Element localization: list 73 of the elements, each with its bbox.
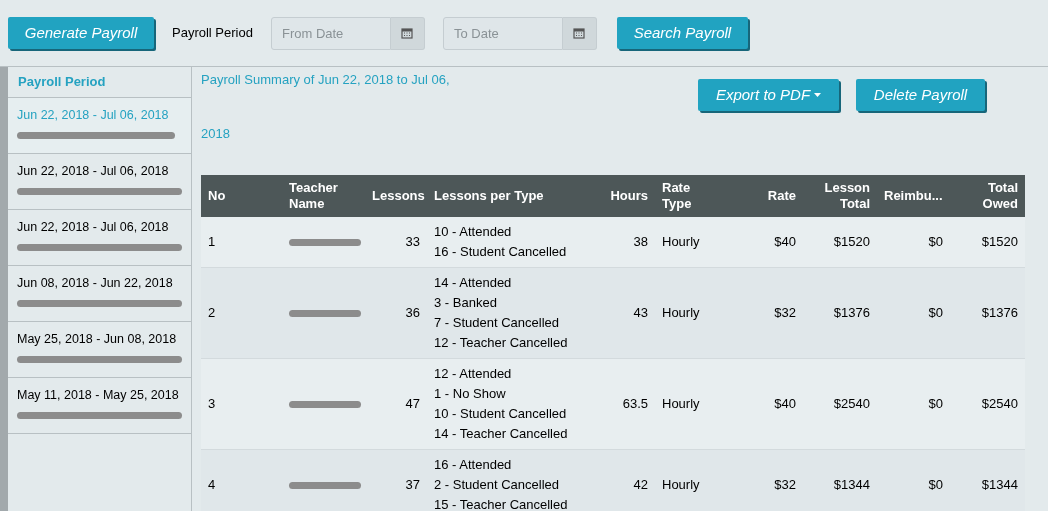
lesson-type: 15 - Teacher Cancelled bbox=[434, 496, 569, 511]
table-cell: 37 bbox=[405, 477, 420, 493]
lesson-type: 14 - Teacher Cancelled bbox=[434, 425, 569, 443]
table-cell: 43 bbox=[633, 305, 648, 321]
table-cell: 36 bbox=[405, 305, 420, 321]
lesson-type: 7 - Student Cancelled bbox=[434, 314, 561, 332]
column-header: Rate bbox=[767, 188, 796, 203]
column-header: Teacher Name bbox=[289, 180, 338, 211]
table-cell: 1 bbox=[208, 234, 216, 250]
redaction-scribble bbox=[289, 309, 361, 317]
table-cell: $1520 bbox=[981, 234, 1018, 250]
table-cell: 4 bbox=[208, 477, 216, 493]
lesson-type: 14 - Attended bbox=[434, 274, 513, 292]
calendar-button[interactable] bbox=[390, 16, 425, 50]
period-item[interactable]: Jun 22, 2018 - Jul 06, 2018 bbox=[8, 154, 191, 210]
table-cell: $1344 bbox=[981, 477, 1018, 493]
table-cell: $32 bbox=[774, 305, 796, 321]
period-item[interactable]: Jun 22, 2018 - Jul 06, 2018 bbox=[8, 210, 191, 266]
table-cell: Hourly bbox=[662, 396, 700, 412]
table-cell: 47 bbox=[405, 396, 420, 412]
table-cell: $1376 bbox=[981, 305, 1018, 321]
table-cell: Hourly bbox=[662, 477, 700, 493]
redaction-scribble bbox=[289, 238, 361, 246]
table-cell: $0 bbox=[928, 477, 943, 493]
lesson-type: 16 - Student Cancelled bbox=[434, 243, 568, 261]
table-cell: Hourly bbox=[662, 234, 700, 250]
lesson-type: 16 - Attended bbox=[434, 456, 513, 474]
lesson-type: 10 - Student Cancelled bbox=[434, 405, 568, 423]
column-header: Lessons bbox=[372, 188, 425, 203]
table-cell: $0 bbox=[928, 234, 943, 250]
lesson-type: 12 - Attended bbox=[434, 365, 513, 383]
period-label: Payroll Period bbox=[172, 24, 253, 43]
lesson-type: 2 - Student Cancelled bbox=[434, 476, 561, 494]
lesson-type: 3 - Banked bbox=[434, 294, 498, 312]
column-header: Lessons per Type bbox=[434, 188, 544, 203]
table-cell: $1376 bbox=[833, 305, 870, 321]
table-cell: 38 bbox=[633, 234, 648, 250]
summary-title: Payroll Summary of Jun 22, 2018 to Jul 06, 2018 bbox=[201, 71, 451, 143]
table-cell: 63.5 bbox=[622, 396, 648, 412]
column-header: Reimbu... bbox=[884, 188, 943, 203]
calendar-icon bbox=[401, 27, 414, 39]
table-cell: $40 bbox=[774, 234, 796, 250]
period-item[interactable]: Jun 08, 2018 - Jun 22, 2018 bbox=[8, 266, 191, 322]
lesson-type: 10 - Attended bbox=[434, 223, 513, 241]
calendar-button[interactable] bbox=[562, 16, 597, 50]
table-cell: $1520 bbox=[833, 234, 870, 250]
redaction-scribble bbox=[289, 400, 361, 408]
column-header: Total Owed bbox=[982, 180, 1018, 211]
lesson-type: 1 - No Show bbox=[434, 385, 507, 403]
table-cell: Hourly bbox=[662, 305, 700, 321]
table-cell: $0 bbox=[928, 396, 943, 412]
table-cell: $2540 bbox=[833, 396, 870, 412]
date-field[interactable]: From Date bbox=[270, 16, 391, 50]
column-header: Lesson Total bbox=[824, 180, 870, 211]
column-header: Rate Type bbox=[662, 180, 692, 211]
column-header: Hours bbox=[610, 188, 648, 203]
redaction-scribble bbox=[289, 481, 361, 489]
caret-icon bbox=[814, 93, 822, 97]
table-cell: $0 bbox=[928, 305, 943, 321]
table-cell: 33 bbox=[405, 234, 420, 250]
calendar-icon bbox=[573, 27, 586, 39]
column-header: No bbox=[208, 188, 226, 203]
table-cell: $40 bbox=[774, 396, 796, 412]
date-field[interactable]: To Date bbox=[442, 16, 563, 50]
lesson-type: 12 - Teacher Cancelled bbox=[434, 334, 569, 352]
table-cell: $2540 bbox=[981, 396, 1018, 412]
period-item[interactable]: May 25, 2018 - Jun 08, 2018 bbox=[8, 322, 191, 378]
period-item[interactable]: May 11, 2018 - May 25, 2018 bbox=[8, 378, 191, 434]
table-cell: $1344 bbox=[833, 477, 870, 493]
table-cell: 3 bbox=[208, 396, 216, 412]
table-cell: 2 bbox=[208, 305, 216, 321]
table-cell: $32 bbox=[774, 477, 796, 493]
table-cell: 42 bbox=[633, 477, 648, 493]
